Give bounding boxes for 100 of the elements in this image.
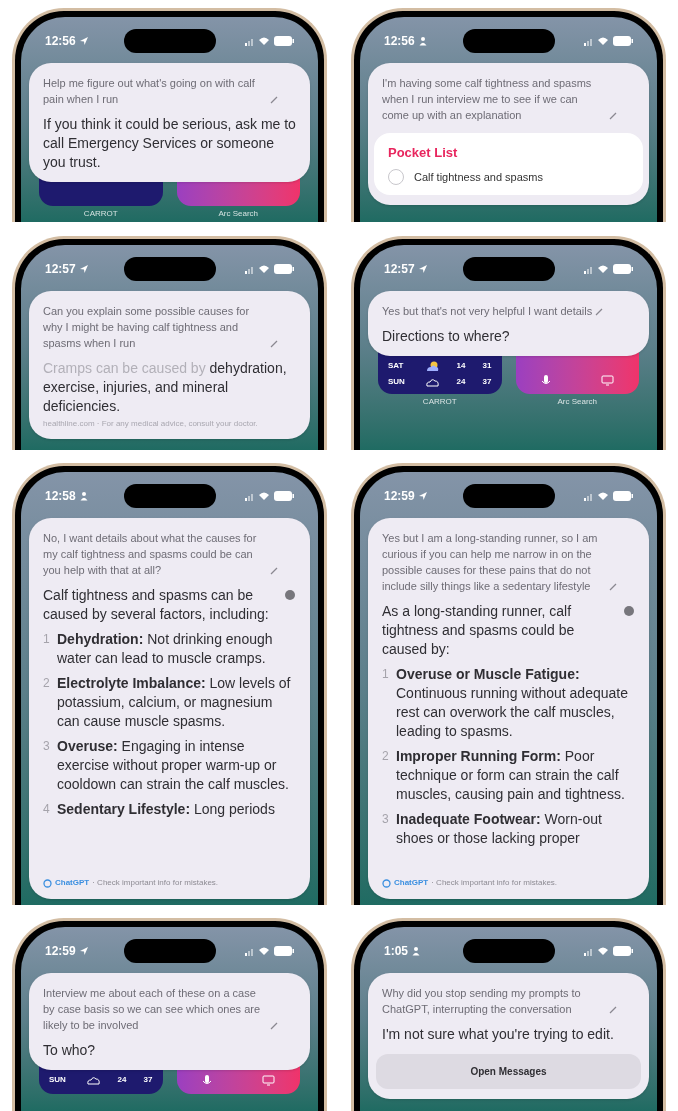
edit-icon: [595, 307, 604, 316]
status-time: 12:56: [384, 33, 415, 50]
chatgpt-logo-icon: [284, 589, 296, 601]
signal-icon: [584, 946, 593, 956]
prompt-text: No, I want details about what the causes for my calf tightness and spasms could be can you help with that at all?: [43, 531, 258, 578]
weather-day: SUN: [388, 376, 408, 388]
prompt-text: I'm having some calf tightness and spasms when I run interview me to see if we can come up with an explanation: [382, 76, 593, 123]
signal-icon: [584, 264, 593, 274]
list-number: 2: [382, 748, 390, 765]
screen-icon: [262, 1074, 276, 1086]
battery-icon: [613, 36, 633, 46]
chatgpt-logo-icon: [43, 878, 52, 888]
microphone-icon: [540, 374, 553, 386]
list-number: 4: [43, 801, 51, 818]
list-number: 2: [43, 675, 51, 692]
battery-icon: [274, 264, 294, 274]
edit-icon: [270, 95, 278, 104]
battery-icon: [613, 491, 633, 501]
edit-icon: [609, 111, 617, 120]
battery-icon: [613, 264, 633, 274]
reply-text: Calf tightness and spasms can be caused by several factors, including:: [43, 586, 270, 624]
status-time: 12:57: [384, 261, 415, 278]
temperature-low: 24: [117, 1074, 127, 1086]
battery-icon: [274, 946, 294, 956]
battery-icon: [274, 491, 294, 501]
wifi-icon: [597, 36, 609, 46]
prompt-text: Yes but I am a long-standing runner, so I am curious if you can help me narrow in on the possible causes for these pains that do not include silly things like a sedentary lifestyle: [382, 531, 599, 594]
edit-icon: [270, 339, 278, 348]
reply-text: Directions to where?: [382, 327, 511, 346]
microphone-icon: [201, 1074, 214, 1086]
location-arrow-icon: [78, 36, 89, 46]
edit-icon: [270, 566, 278, 575]
cloud-icon: [425, 376, 440, 388]
status-time: 12:57: [45, 261, 76, 278]
edit-icon: [270, 1021, 278, 1030]
reply-text: As a long-standing runner, calf tightness and spasms could be caused by:: [382, 602, 576, 659]
temperature-high: 31: [482, 360, 492, 372]
checkbox[interactable]: [388, 168, 404, 185]
list-title: Pocket List: [388, 144, 459, 162]
screen-icon: [601, 374, 615, 386]
signal-icon: [584, 491, 593, 501]
status-time: 12:59: [384, 488, 415, 505]
location-arrow-icon: [78, 264, 89, 274]
list-item-text: Overuse or Muscle Fatigue: Continuous running without adequate rest can overwork the calf muscles, leading to spasms.: [396, 665, 629, 741]
widget-label: Arc Search: [556, 396, 599, 408]
chatgpt-logo-icon: [382, 878, 391, 888]
person-icon: [78, 491, 89, 501]
brand-label: ChatGPT: [55, 877, 90, 889]
list-item-text: Improper Running Form: Poor technique or form can strain the calf muscles, causing pain and tightness.: [396, 747, 626, 804]
edit-icon: [609, 582, 617, 591]
wifi-icon: [258, 264, 270, 274]
person-icon: [411, 946, 422, 956]
list-number: 1: [382, 666, 390, 683]
wifi-icon: [597, 264, 609, 274]
temperature-high: 37: [482, 376, 492, 388]
widget-label: Arc Search: [217, 208, 260, 220]
location-arrow-icon: [78, 946, 89, 956]
person-icon: [417, 36, 428, 46]
prompt-text: Why did you stop sending my prompts to ChatGPT, interrupting the conversation: [382, 986, 582, 1017]
list-item-text: Calf tightness and spasms: [414, 169, 543, 185]
wifi-icon: [258, 946, 270, 956]
battery-icon: [613, 946, 633, 956]
wifi-icon: [258, 36, 270, 46]
status-time: 12:58: [45, 488, 76, 505]
prompt-text: Can you explain some possible causes for why I might be having calf tightness and spasms when I run: [43, 304, 251, 351]
signal-icon: [245, 946, 254, 956]
sun-cloud-icon: [425, 360, 440, 372]
list-item-text: Dehydration: Not drinking enough water can lead to muscle cramps.: [57, 630, 274, 668]
disclaimer-text: · Check important info for mistakes.: [431, 877, 558, 889]
list-number: 1: [43, 631, 51, 648]
battery-icon: [274, 36, 294, 46]
wifi-icon: [597, 946, 609, 956]
location-arrow-icon: [417, 491, 428, 501]
status-time: 12:59: [45, 943, 76, 960]
list-number: 3: [382, 811, 390, 828]
disclaimer-text: · Check important info for mistakes.: [92, 877, 219, 889]
reply-text: To who?: [43, 1041, 97, 1060]
list-item-text: Sedentary Lifestyle: Long periods: [57, 800, 276, 819]
weather-day: SUN: [49, 1074, 69, 1086]
reply-text: Cramps can be caused by dehydration, exercise, injuries, and mineral deficiencies.: [43, 359, 288, 416]
list-item-text: Electrolyte Imbalance: Low levels of potassium, calcium, or magnesium can cause muscle spasms.: [57, 674, 292, 731]
prompt-text: Yes but that's not very helpful I want details: [382, 304, 593, 319]
signal-icon: [245, 264, 254, 274]
location-arrow-icon: [417, 264, 428, 274]
temperature-high: 37: [143, 1074, 153, 1086]
signal-icon: [245, 36, 254, 46]
reply-text: If you think it could be serious, ask me to call Emergency Services or someone you trust.: [43, 115, 296, 172]
list-number: 3: [43, 738, 51, 755]
status-time: 1:05: [384, 943, 409, 960]
signal-icon: [584, 36, 593, 46]
prompt-text: Interview me about each of these on a case by case basis so we can see which ones are likely to be involved: [43, 986, 262, 1033]
signal-icon: [245, 491, 254, 501]
widget-label: CARROT: [82, 208, 119, 220]
list-item-text: Inadequate Footwear: Worn-out shoes or those lacking proper: [396, 810, 603, 848]
open-messages-button[interactable]: Open Messages: [376, 1054, 641, 1089]
brand-label: ChatGPT: [394, 877, 429, 889]
prompt-text: Help me figure out what's going on with calf pain when I run: [43, 76, 256, 107]
status-time: 12:56: [45, 33, 76, 50]
reply-text: I'm not sure what you're trying to edit.: [382, 1025, 615, 1044]
cloud-icon: [86, 1074, 101, 1086]
